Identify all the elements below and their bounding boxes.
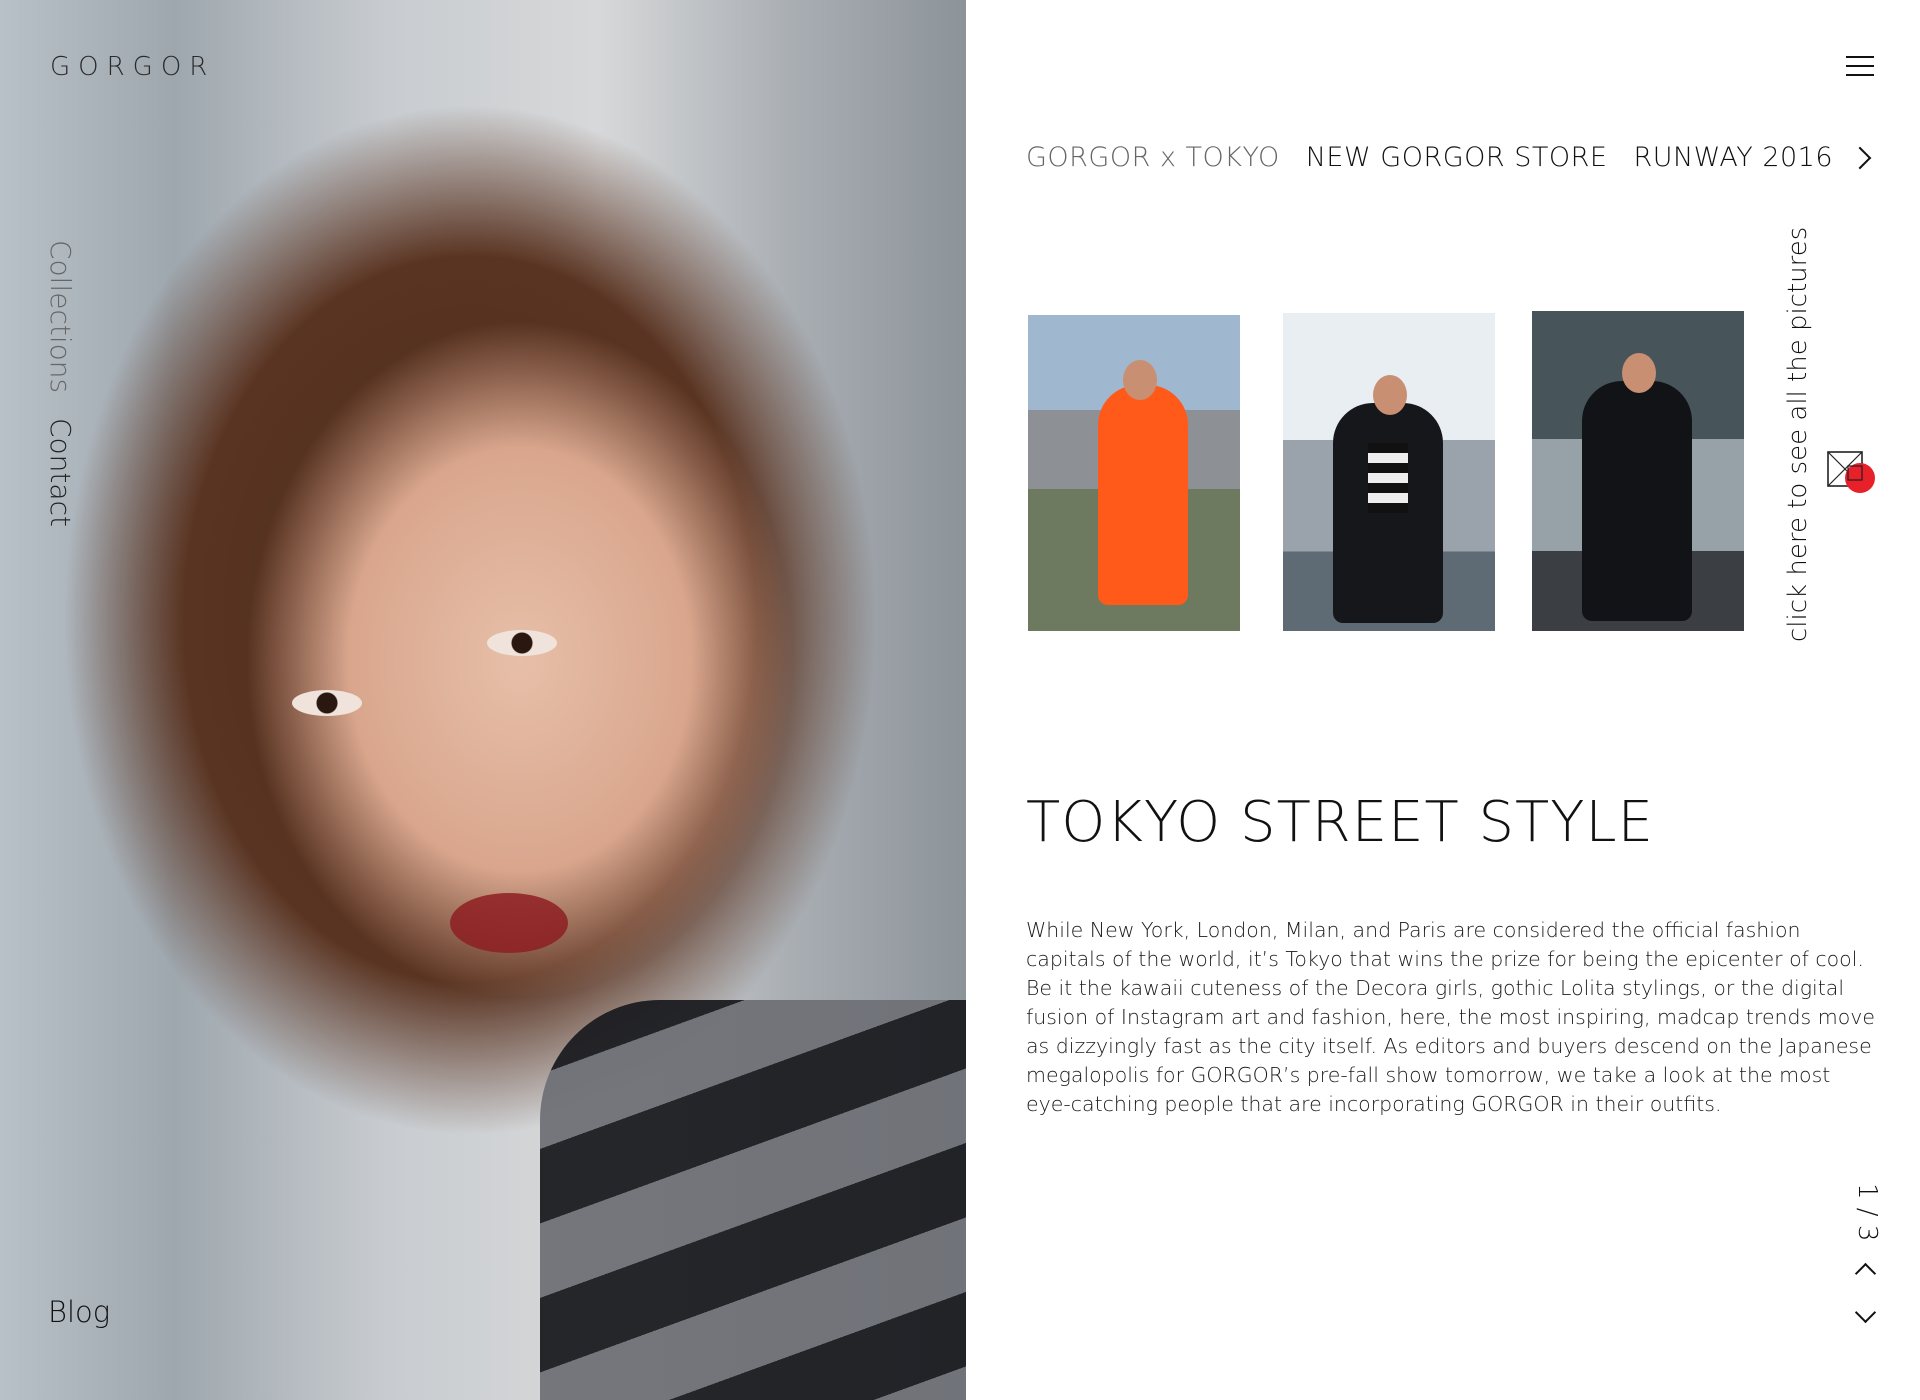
section-tabs: GORGOR x TOKYO NEW GORGOR STORE RUNWAY 2…: [1026, 142, 1833, 173]
pagination-indicator: 1 / 3: [1852, 1183, 1882, 1242]
hamburger-menu-icon[interactable]: [1846, 56, 1874, 76]
chevron-up-icon[interactable]: [1854, 1262, 1877, 1285]
tab-runway-2016[interactable]: RUNWAY 2016: [1633, 142, 1833, 173]
nav-item-blog[interactable]: Blog: [48, 1295, 110, 1329]
photo-gallery: [1028, 311, 1748, 633]
side-nav: Collections Contact: [44, 240, 77, 543]
hero-lips: [450, 893, 568, 953]
chevron-right-icon[interactable]: [1848, 146, 1872, 170]
page: GORGOR Collections Contact Blog GORGOR x…: [0, 0, 1920, 1400]
see-all-pictures-link[interactable]: click here to see all the pictures: [1783, 227, 1813, 642]
hero-image: GORGOR Collections Contact Blog: [0, 0, 966, 1400]
photo-thumbnail-2[interactable]: [1283, 313, 1495, 631]
hero-eye-left: [292, 690, 362, 716]
chevron-down-icon[interactable]: [1854, 1301, 1877, 1324]
nav-item-contact[interactable]: Contact: [44, 418, 77, 527]
photo-thumbnail-1[interactable]: [1028, 315, 1240, 631]
article-body: While New York, London, Milan, and Paris…: [1026, 917, 1876, 1116]
logo[interactable]: GORGOR: [50, 52, 215, 82]
gallery-icon[interactable]: [1826, 450, 1878, 496]
tab-new-gorgor-store[interactable]: NEW GORGOR STORE: [1306, 142, 1608, 173]
hero-eye-right: [487, 630, 557, 656]
hero-sweater-shape: [540, 1000, 966, 1400]
tab-gorgor-tokyo[interactable]: GORGOR x TOKYO: [1026, 142, 1280, 173]
photo-thumbnail-3[interactable]: [1532, 311, 1744, 631]
article-title: TOKYO STREET STYLE: [1026, 790, 1655, 855]
nav-item-collections[interactable]: Collections: [44, 240, 77, 393]
